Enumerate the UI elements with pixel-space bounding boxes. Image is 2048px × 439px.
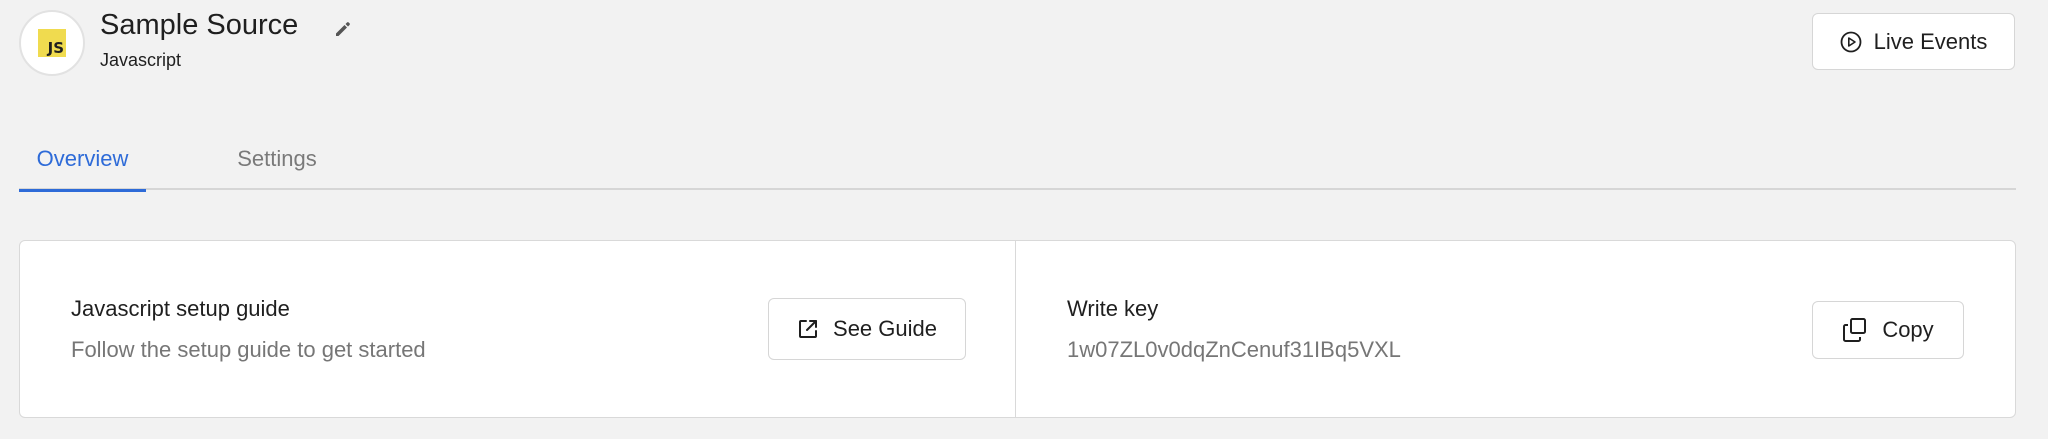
setup-guide-description: Follow the setup guide to get started [71, 337, 426, 362]
see-guide-label: See Guide [833, 316, 937, 341]
source-type: Javascript [100, 50, 182, 70]
javascript-logo-icon: JS [38, 29, 66, 57]
overview-card: Javascript setup guide Follow the setup … [19, 240, 2016, 418]
edit-name-button[interactable] [328, 14, 358, 44]
live-events-label: Live Events [1873, 28, 1988, 54]
copy-icon [1842, 317, 1868, 343]
source-header: JS Sample Source Javascript Live Events [0, 0, 2048, 110]
section-divider [1015, 241, 1016, 417]
copy-write-key-button[interactable]: Copy [1812, 301, 1964, 359]
copy-label: Copy [1882, 317, 1934, 342]
pencil-icon [333, 19, 353, 39]
source-avatar: JS [19, 10, 85, 76]
setup-guide-title: Javascript setup guide [71, 296, 290, 321]
see-guide-button[interactable]: See Guide [768, 298, 966, 360]
tab-settings[interactable]: Settings [217, 128, 337, 190]
tab-bar: Overview Settings [19, 128, 2016, 192]
live-events-button[interactable]: Live Events [1812, 13, 2015, 70]
write-key-title: Write key [1067, 296, 1159, 321]
write-key-value: 1w07ZL0v0dqZnCenuf31IBq5VXL [1067, 337, 1401, 362]
source-title: Sample Source [100, 9, 299, 41]
external-link-icon [797, 318, 819, 340]
tab-overview[interactable]: Overview [19, 128, 146, 192]
play-circle-icon [1840, 31, 1862, 53]
